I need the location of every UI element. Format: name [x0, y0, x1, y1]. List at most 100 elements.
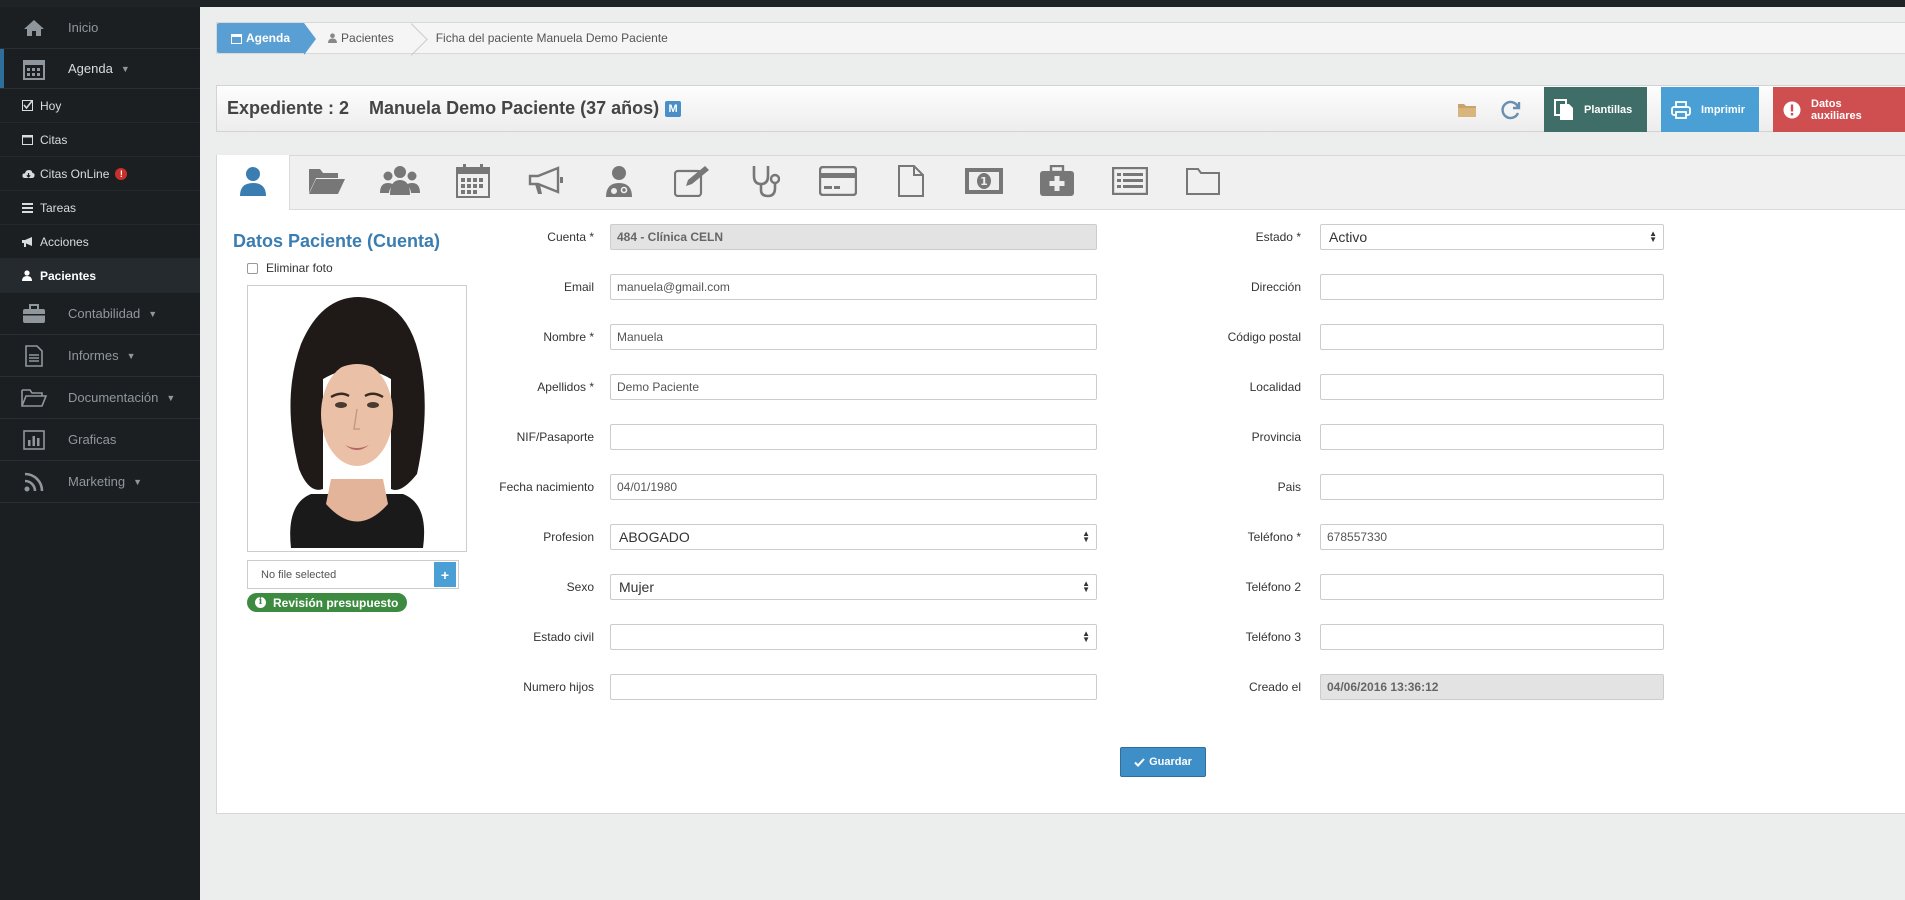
field-numero-hijos: Numero hijos	[467, 674, 1097, 700]
users-icon	[379, 165, 420, 200]
cuenta-input[interactable]: 484 - Clínica CELN	[610, 224, 1097, 250]
email-input[interactable]: manuela@gmail.com	[610, 274, 1097, 300]
sidebar-item-informes[interactable]: Informes ▼	[0, 335, 200, 377]
user-icon	[22, 270, 38, 281]
field-label: Cuenta *	[547, 230, 594, 244]
sidebar-item-citas-online[interactable]: Citas OnLine !	[0, 157, 200, 191]
field-label: Provincia	[1251, 430, 1301, 444]
money-icon: 1	[964, 167, 1004, 198]
check-square-icon	[22, 100, 38, 111]
localidad-input[interactable]	[1320, 374, 1664, 400]
delete-photo-label: Eliminar foto	[266, 261, 333, 275]
estado-civil-select[interactable]: ▲ ▼	[610, 624, 1097, 650]
delete-photo-checkbox[interactable]	[247, 262, 258, 274]
sidebar-item-label: Hoy	[40, 98, 62, 113]
sidebar-item-contabilidad[interactable]: Contabilidad ▼	[0, 293, 200, 335]
field-telefono-2: Teléfono 2	[1157, 574, 1664, 600]
select-arrows-icon: ▲ ▼	[1082, 529, 1090, 544]
sidebar-item-pacientes[interactable]: Pacientes	[0, 259, 200, 293]
copy-icon	[1554, 98, 1574, 121]
provincia-input[interactable]	[1320, 424, 1664, 450]
field-label: Creado el	[1248, 680, 1301, 694]
tab-botiquin[interactable]	[1020, 155, 1093, 209]
codigo-postal-input[interactable]	[1320, 324, 1664, 350]
direccion-input[interactable]	[1320, 274, 1664, 300]
tab-citas[interactable]	[436, 155, 509, 209]
button-label: Imprimir	[1701, 103, 1746, 116]
telefono-input[interactable]: 678557330	[1320, 524, 1664, 550]
field-email: Email manuela@gmail.com	[467, 274, 1097, 300]
calendar-icon	[455, 163, 490, 201]
plantillas-button[interactable]: Plantillas	[1544, 87, 1647, 132]
tab-facturacion[interactable]: 1	[947, 155, 1020, 209]
creado-el-input: 04/06/2016 13:36:12	[1320, 674, 1664, 700]
sidebar-item-agenda[interactable]: Agenda ▼	[0, 49, 200, 89]
sidebar: Inicio Agenda ▼ Hoy Citas Citas OnLine !…	[0, 7, 200, 900]
bar-chart-icon	[0, 429, 68, 450]
user-icon	[328, 33, 338, 43]
bullhorn-icon	[22, 236, 38, 247]
tab-pagos[interactable]	[801, 155, 874, 209]
main-content: Agenda Pacientes Ficha del paciente Manu…	[200, 7, 1905, 900]
document-icon	[0, 344, 68, 367]
datos-auxiliares-button[interactable]: Datos auxiliares	[1773, 87, 1905, 132]
fecha-nacimiento-input[interactable]: 04/01/1980	[610, 474, 1097, 500]
tab-notas[interactable]	[655, 155, 728, 209]
sidebar-item-marketing[interactable]: Marketing ▼	[0, 461, 200, 503]
sidebar-item-label: Citas OnLine	[40, 166, 110, 181]
sidebar-item-hoy[interactable]: Hoy	[0, 89, 200, 123]
add-file-button[interactable]: +	[434, 562, 456, 587]
folder-icon[interactable]	[1456, 99, 1478, 121]
field-apellidos: Apellidos * Demo Paciente	[467, 374, 1097, 400]
revision-presupuesto-badge[interactable]: i Revisión presupuesto	[247, 593, 408, 612]
field-creado-el: Creado el 04/06/2016 13:36:12	[1157, 674, 1664, 700]
sidebar-item-documentacion[interactable]: Documentación ▼	[0, 377, 200, 419]
nombre-input[interactable]: Manuela	[610, 324, 1097, 350]
field-estado: Estado * Activo ▲ ▼	[1157, 224, 1664, 250]
check-icon	[1134, 757, 1145, 767]
sidebar-item-citas[interactable]: Citas	[0, 123, 200, 157]
breadcrumb-agenda[interactable]: Agenda	[217, 23, 317, 55]
user-md-icon	[605, 165, 633, 200]
telefono-3-input[interactable]	[1320, 624, 1664, 650]
sexo-select[interactable]: Mujer ▲ ▼	[610, 574, 1097, 600]
save-button[interactable]: Guardar	[1120, 747, 1206, 777]
tab-clinica[interactable]	[728, 155, 801, 209]
field-localidad: Localidad	[1157, 374, 1664, 400]
sidebar-item-graficas[interactable]: Graficas	[0, 419, 200, 461]
delete-photo-row: Eliminar foto	[247, 261, 467, 275]
pais-input[interactable]	[1320, 474, 1664, 500]
tab-historial[interactable]	[290, 155, 363, 209]
home-icon	[0, 19, 68, 37]
estado-select[interactable]: Activo ▲ ▼	[1320, 224, 1664, 250]
breadcrumb-pacientes[interactable]: Pacientes	[304, 23, 412, 53]
tab-familiares[interactable]	[363, 155, 436, 209]
folder-icon	[1185, 167, 1220, 198]
sidebar-item-tareas[interactable]: Tareas	[0, 191, 200, 225]
patient-photo	[247, 285, 467, 552]
sidebar-item-label: Marketing	[68, 474, 126, 489]
nif-input[interactable]	[610, 424, 1097, 450]
tab-listado[interactable]	[1093, 155, 1166, 209]
profesion-select[interactable]: ABOGADO ▲ ▼	[610, 524, 1097, 550]
cloud-download-icon	[22, 169, 38, 179]
sidebar-item-inicio[interactable]: Inicio	[0, 7, 200, 49]
folder-open-icon	[0, 388, 68, 408]
tab-datos-paciente[interactable]	[217, 155, 290, 210]
tab-carpeta[interactable]	[1166, 155, 1239, 209]
tab-documentos[interactable]	[874, 155, 947, 209]
refresh-icon[interactable]	[1500, 99, 1522, 121]
chevron-down-icon: ▼	[126, 350, 136, 361]
calendar-icon	[0, 58, 68, 80]
telefono-2-input[interactable]	[1320, 574, 1664, 600]
imprimir-button[interactable]: Imprimir	[1661, 87, 1759, 132]
section-title: Datos Paciente (Cuenta)	[233, 231, 441, 251]
tab-marketing[interactable]	[509, 155, 582, 209]
field-cuenta: Cuenta * 484 - Clínica CELN	[467, 224, 1097, 250]
numero-hijos-input[interactable]	[610, 674, 1097, 700]
tab-doctor[interactable]	[582, 155, 655, 209]
badge-label: Revisión presupuesto	[273, 595, 399, 610]
photo-file-input[interactable]: No file selected +	[247, 560, 459, 589]
apellidos-input[interactable]: Demo Paciente	[610, 374, 1097, 400]
sidebar-item-acciones[interactable]: Acciones	[0, 225, 200, 259]
